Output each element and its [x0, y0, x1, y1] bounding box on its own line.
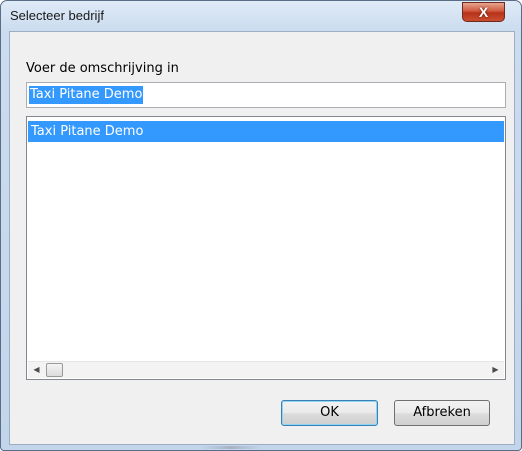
- window-title: Selecteer bedrijf: [10, 8, 104, 23]
- scroll-left-arrow-icon[interactable]: ◀: [28, 362, 45, 378]
- description-label: Voer de omschrijving in: [26, 61, 179, 76]
- resize-grip: [201, 446, 261, 449]
- dialog-client-area: Voer de omschrijving in Taxi Pitane Demo…: [9, 31, 515, 445]
- title-bar[interactable]: Selecteer bedrijf X: [1, 1, 521, 31]
- ok-button[interactable]: OK: [281, 400, 378, 426]
- company-listbox[interactable]: Taxi Pitane Demo ◀ ▶: [26, 116, 506, 380]
- list-item[interactable]: Taxi Pitane Demo: [28, 121, 504, 142]
- dialog-window: Selecteer bedrijf X Voer de omschrijving…: [0, 0, 522, 451]
- close-button[interactable]: X: [462, 2, 505, 22]
- description-input[interactable]: Taxi Pitane Demo: [26, 82, 506, 108]
- scrollbar-thumb[interactable]: [46, 363, 63, 377]
- scroll-right-arrow-icon[interactable]: ▶: [487, 362, 504, 378]
- description-input-value: Taxi Pitane Demo: [29, 86, 144, 104]
- close-icon: X: [478, 4, 489, 20]
- cancel-button[interactable]: Afbreken: [394, 400, 490, 426]
- horizontal-scrollbar[interactable]: ◀ ▶: [28, 361, 504, 378]
